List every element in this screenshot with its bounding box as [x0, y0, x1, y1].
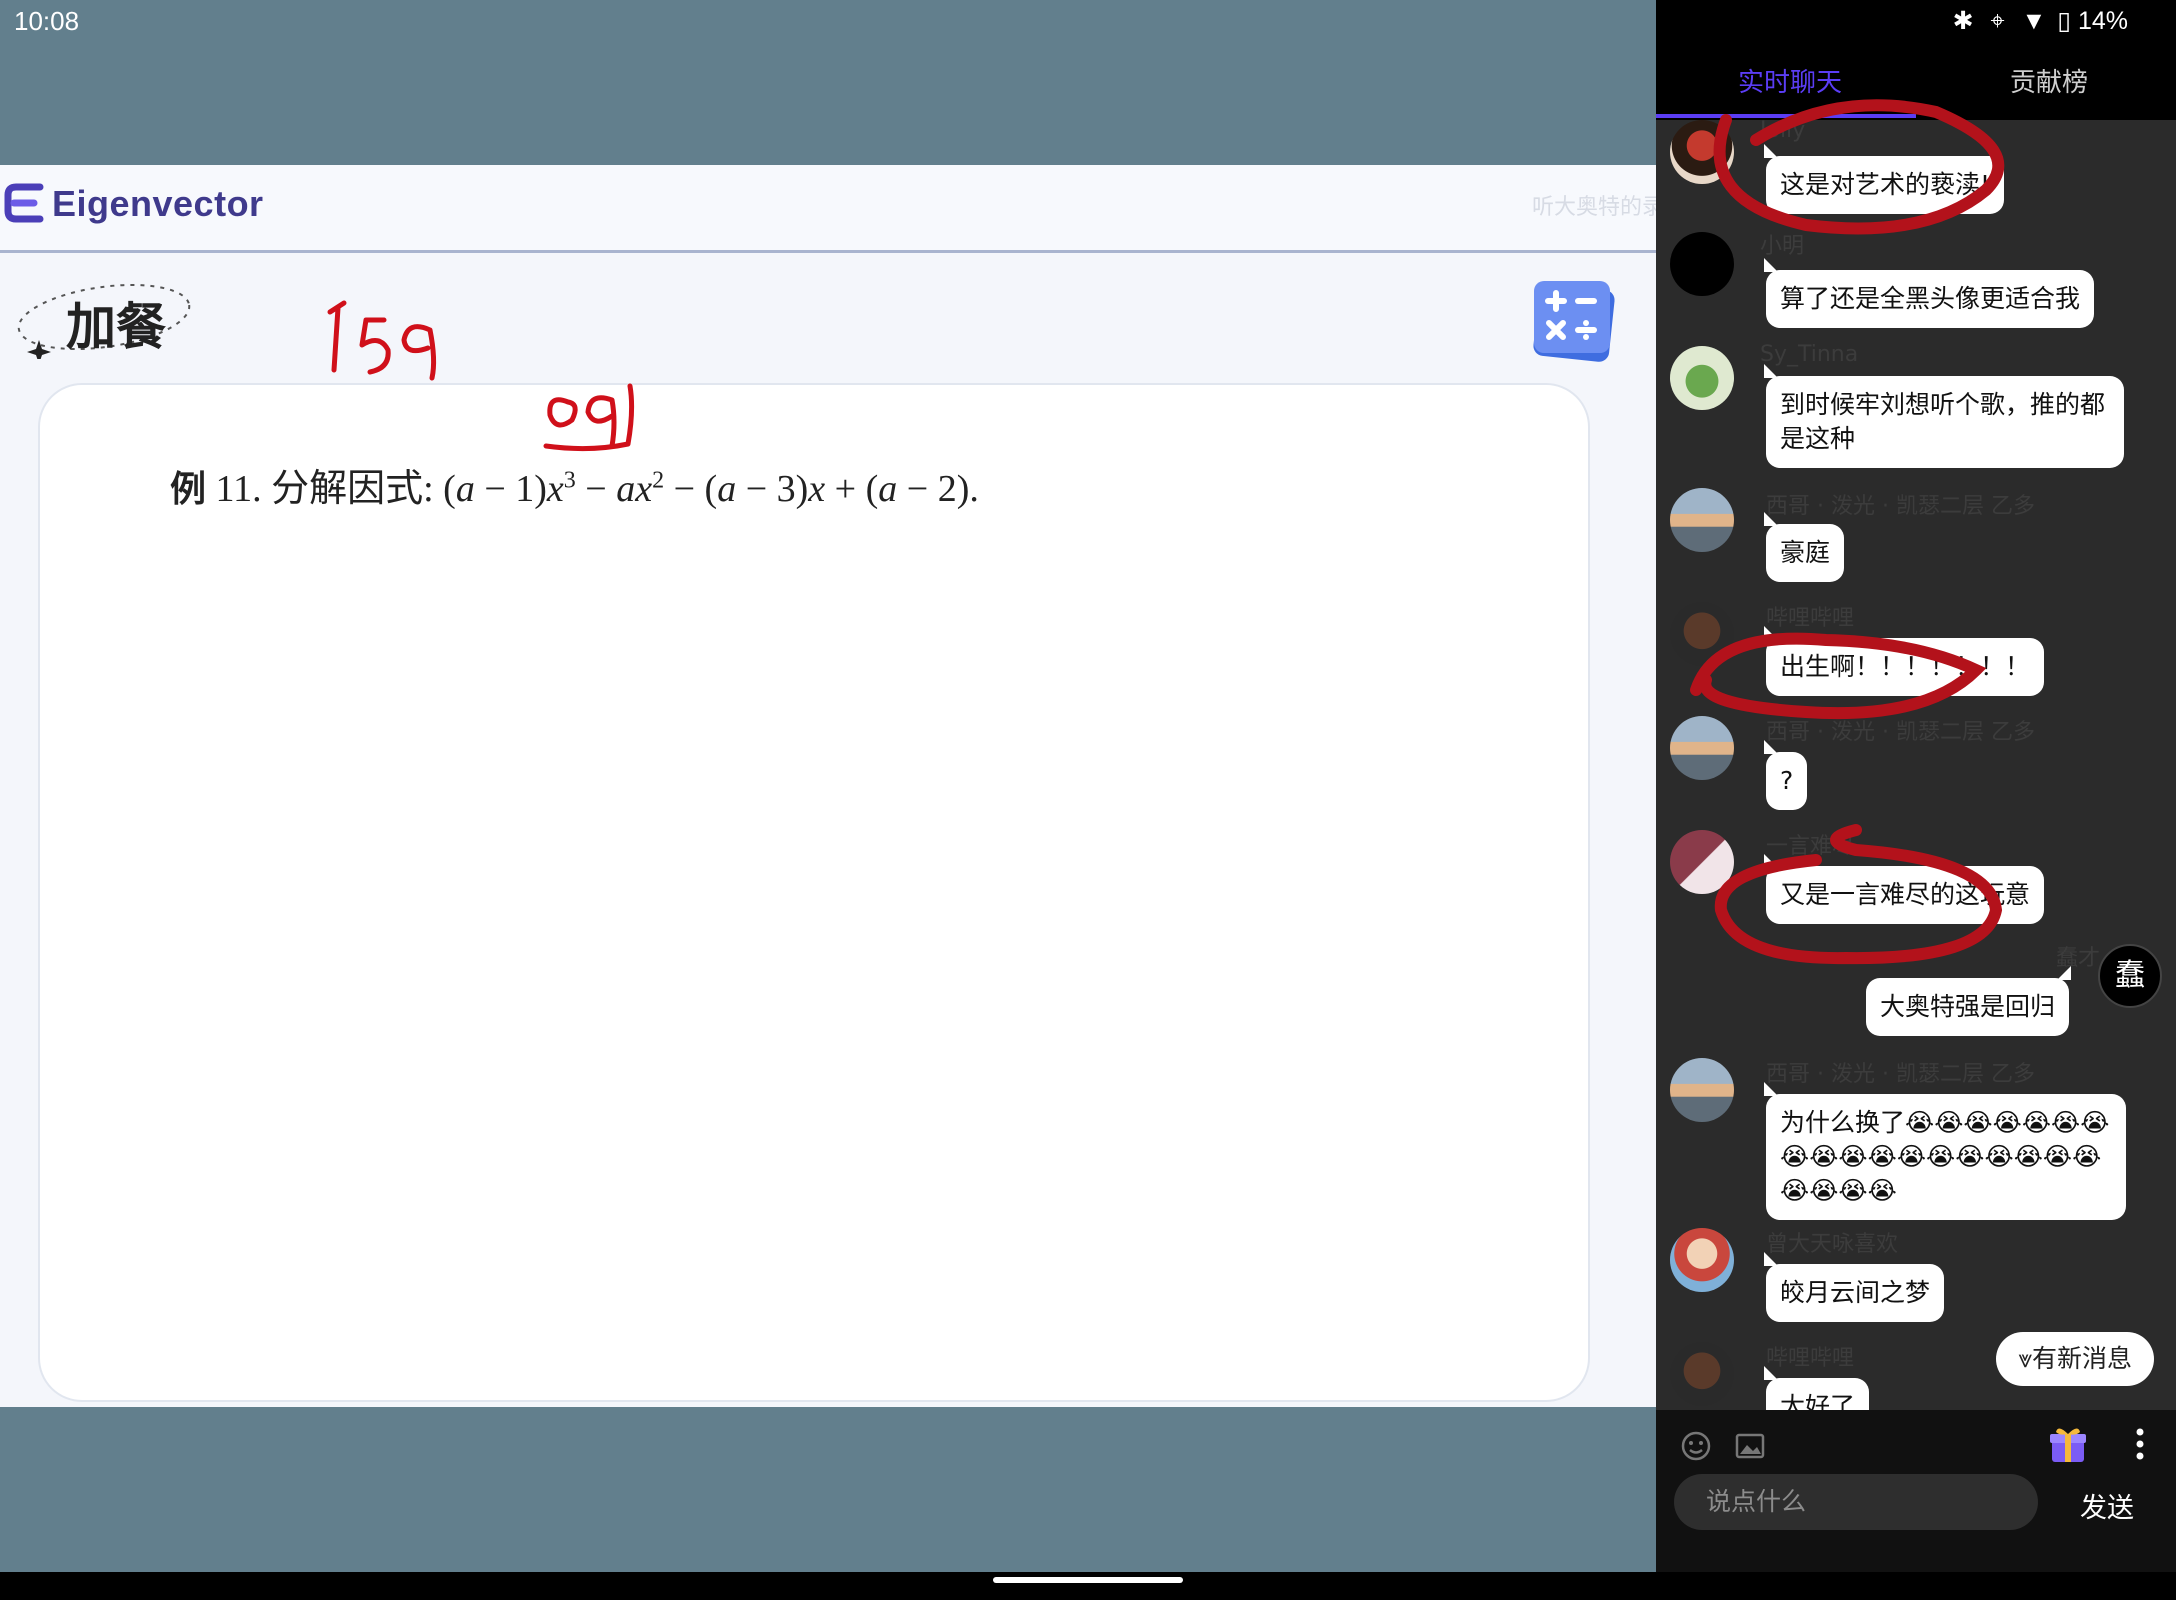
more-icon[interactable]	[2130, 1424, 2150, 1464]
chat-annotations	[1690, 99, 2005, 965]
section-badge: 加餐	[6, 275, 192, 359]
gift-icon[interactable]	[2046, 1422, 2090, 1466]
video-player[interactable]: 10:08 Eigenvector 听大奥特的录 加餐 例 11. 分解因式: …	[0, 0, 1656, 1572]
problem-label: 例	[170, 469, 207, 510]
problem-prefix: 分解因式:	[271, 468, 434, 510]
home-indicator[interactable]	[993, 1577, 1183, 1583]
brand-name: Eigenvector	[52, 183, 264, 224]
emoji-icon[interactable]	[1680, 1430, 1712, 1462]
problem-statement: 例 11. 分解因式: (a − 1)x3 − ax2 − (a − 3)x +…	[170, 457, 979, 512]
problem-card	[38, 383, 1590, 1402]
image-icon[interactable]	[1734, 1430, 1766, 1462]
chevron-down-icon: ⩔	[2017, 1344, 2033, 1373]
new-messages-label: 有新消息	[2032, 1344, 2133, 1373]
lecture-slide: Eigenvector 听大奥特的录 加餐 例 11. 分解因式: (a − 1…	[0, 165, 1656, 1407]
problem-number: 11.	[215, 468, 262, 510]
new-messages-button[interactable]: ⩔有新消息	[1996, 1332, 2154, 1386]
calculator-icon	[1533, 281, 1615, 362]
problem-formula: (a − 1)x3 − ax2 − (a − 3)x + (a − 2).	[443, 467, 979, 510]
chat-input[interactable]: 说点什么	[1674, 1474, 2038, 1530]
watermark-text: 听大奥特的录	[1532, 195, 1656, 220]
section-label: 加餐	[66, 298, 166, 356]
status-time: 10:08	[14, 6, 80, 36]
eigenvector-logo-icon	[4, 183, 44, 223]
slide-header: Eigenvector 听大奥特的录	[0, 165, 1656, 253]
send-button[interactable]: 发送	[2080, 1486, 2134, 1525]
